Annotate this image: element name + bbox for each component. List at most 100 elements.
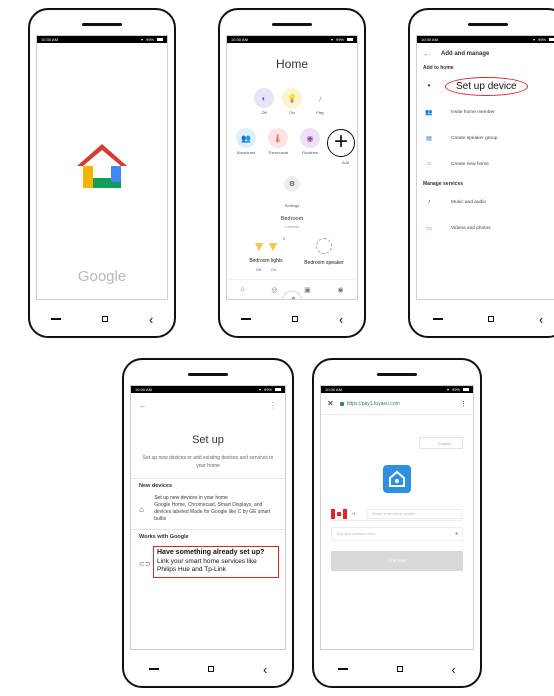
nav-back-button[interactable]: ‹ <box>263 663 267 676</box>
room-title: Bedroom <box>280 216 304 222</box>
device-bedroom-speaker[interactable]: Bedroom speaker <box>295 238 353 266</box>
tile-routines[interactable]: ◉ Routines <box>297 128 323 155</box>
country-code[interactable]: +1 <box>351 511 367 516</box>
battery-level: 99% <box>263 387 272 392</box>
page-subtitle: Set up new devices or add existing devic… <box>142 455 274 469</box>
lamp-icon: ◐ <box>254 88 274 108</box>
status-bar: 10:30 AM ▾ 99% <box>131 386 285 393</box>
phone-home: 10:30 AM ▾ 99% Home ◐ Off 💡 On ♪ Play 👥 B… <box>218 8 366 338</box>
phone-splash: 10:30 AM ▾ 99% Google ‹ <box>28 8 176 338</box>
nav-minimize-button[interactable] <box>338 668 349 670</box>
password-field[interactable]: Type your password here ● <box>331 527 463 541</box>
battery-level: 99% <box>335 37 344 42</box>
speaker-icon <box>316 238 332 254</box>
more-vert-icon[interactable]: ⋮ <box>269 401 277 410</box>
music-audio-item[interactable]: ♪ Music and audio <box>417 189 554 215</box>
discover-tab-icon[interactable]: ◎ <box>271 286 277 294</box>
setup-device-item[interactable]: ● Set up device <box>417 73 554 99</box>
tile-play[interactable]: ♪ Play <box>307 88 333 115</box>
url-bar: ✕ https://pay1.tuyaeu.com ⋮ <box>321 393 473 415</box>
status-time: 10:30 AM <box>231 37 248 42</box>
plus-icon: + <box>333 128 348 155</box>
nav-home-button[interactable] <box>291 316 298 322</box>
nav-back-button[interactable]: ‹ <box>539 313 543 326</box>
language-select[interactable]: English <box>419 437 463 449</box>
home-icon: ⌂ <box>427 161 431 167</box>
device-bedroom-lights[interactable]: ▼▼ 2 Bedroom lights Off On <box>241 236 291 272</box>
nav-minimize-button[interactable] <box>148 668 159 670</box>
thermostat-icon: 🌡 <box>268 128 288 148</box>
phone-speaker <box>377 373 417 376</box>
quick-actions-row-2: 👥 Broadcast 🌡 Thermostat ◉ Routines <box>233 128 323 155</box>
lights-count: 2 <box>282 236 285 241</box>
room-device-count: 4 devices <box>284 225 300 229</box>
url-text[interactable]: https://pay1.tuyaeu.com <box>347 401 460 407</box>
canada-flag-icon[interactable] <box>331 508 347 519</box>
status-bar: 10:30 AM ▾ 99% <box>37 36 167 43</box>
battery-icon <box>463 388 469 391</box>
speaker-group-item[interactable]: ▤ Create speaker group <box>417 125 554 151</box>
nav-back-button[interactable]: ‹ <box>339 313 343 326</box>
page-title: Home <box>275 57 308 71</box>
back-arrow-icon[interactable]: ← <box>139 401 147 410</box>
lights-on-button[interactable]: On <box>271 267 276 272</box>
phone-link-account: 10:30 AM ▾ 99% ✕ https://pay1.tuyaeu.com … <box>312 358 482 688</box>
eye-icon[interactable]: ● <box>455 531 458 537</box>
more-vert-icon[interactable]: ⋮ <box>460 400 467 408</box>
phone-number-row: +1 Please enter phone number <box>331 507 463 521</box>
status-bar: 10:30 AM ▾ 99% <box>321 386 473 393</box>
phone-number-field[interactable]: Please enter phone number <box>367 508 463 519</box>
works-with-google-item[interactable]: ⊂⊃ Have something already set up? Link y… <box>131 546 285 578</box>
nav-minimize-button[interactable] <box>240 318 251 320</box>
nav-back-button[interactable]: ‹ <box>451 663 455 676</box>
music-icon: ♪ <box>310 88 330 108</box>
battery-level: 99% <box>145 37 154 42</box>
lights-off-button[interactable]: Off <box>256 267 261 272</box>
speaker-label: Bedroom speaker <box>304 260 344 266</box>
password-placeholder: Type your password here <box>336 532 376 536</box>
battery-icon <box>549 38 554 41</box>
invite-member-item[interactable]: 👥 Invite home member <box>417 99 554 125</box>
music-note-icon: ♪ <box>427 199 431 205</box>
tile-on[interactable]: 💡 On <box>279 88 305 115</box>
wifi-icon: ▾ <box>446 387 449 392</box>
back-arrow-icon[interactable]: ← <box>423 49 431 58</box>
new-home-item[interactable]: ⌂ Create new home <box>417 151 554 177</box>
wifi-icon: ▾ <box>140 37 143 42</box>
wifi-icon: ▾ <box>330 37 333 42</box>
home-tab-icon[interactable]: ⌂ <box>240 286 244 293</box>
videos-photos-item[interactable]: ▭ Videos and photos <box>417 215 554 241</box>
nav-minimize-button[interactable] <box>432 318 443 320</box>
battery-icon <box>157 38 163 41</box>
home-screen: 10:30 AM ▾ 99% Home ◐ Off 💡 On ♪ Play 👥 B… <box>226 35 358 300</box>
nav-minimize-button[interactable] <box>50 318 61 320</box>
battery-icon <box>347 38 353 41</box>
routines-icon: ◉ <box>300 128 320 148</box>
phone-add-manage: 10:30 AM ▾ 99% ← Add and manage Add to ho… <box>408 8 554 338</box>
status-bar: 10:30 AM ▾ 99% <box>417 36 554 43</box>
close-icon[interactable]: ✕ <box>327 399 334 408</box>
nav-bar: ‹ <box>314 662 480 676</box>
nav-back-button[interactable]: ‹ <box>149 313 153 326</box>
media-tab-icon[interactable]: ▣ <box>304 286 311 294</box>
wifi-icon: ▾ <box>258 387 261 392</box>
nav-home-button[interactable] <box>487 316 494 322</box>
new-devices-item[interactable]: ⌂ Set up new devices in your home Google… <box>131 493 285 525</box>
bulb-icon: 💡 <box>282 88 302 108</box>
add-button[interactable]: + <box>327 129 355 157</box>
app-bar: ← Add and manage <box>417 43 554 61</box>
account-tab-icon[interactable]: ◉ <box>337 286 343 294</box>
add-manage-screen: 10:30 AM ▾ 99% ← Add and manage Add to ho… <box>416 35 554 300</box>
nav-home-button[interactable] <box>396 666 403 672</box>
setup-device-label: Set up device <box>445 76 528 96</box>
nav-home-button[interactable] <box>101 316 108 322</box>
tile-broadcast[interactable]: 👥 Broadcast <box>233 128 259 155</box>
phone-speaker <box>272 23 312 26</box>
tile-settings[interactable]: ⚙ Settings <box>227 176 357 212</box>
lock-icon <box>339 401 344 406</box>
tile-off[interactable]: ◐ Off <box>251 88 277 115</box>
nav-home-button[interactable] <box>207 666 214 672</box>
tile-thermostat[interactable]: 🌡 Thermostat <box>265 128 291 155</box>
section-manage-services: Manage services <box>423 181 464 187</box>
link-now-button[interactable]: Link Now <box>331 551 463 571</box>
